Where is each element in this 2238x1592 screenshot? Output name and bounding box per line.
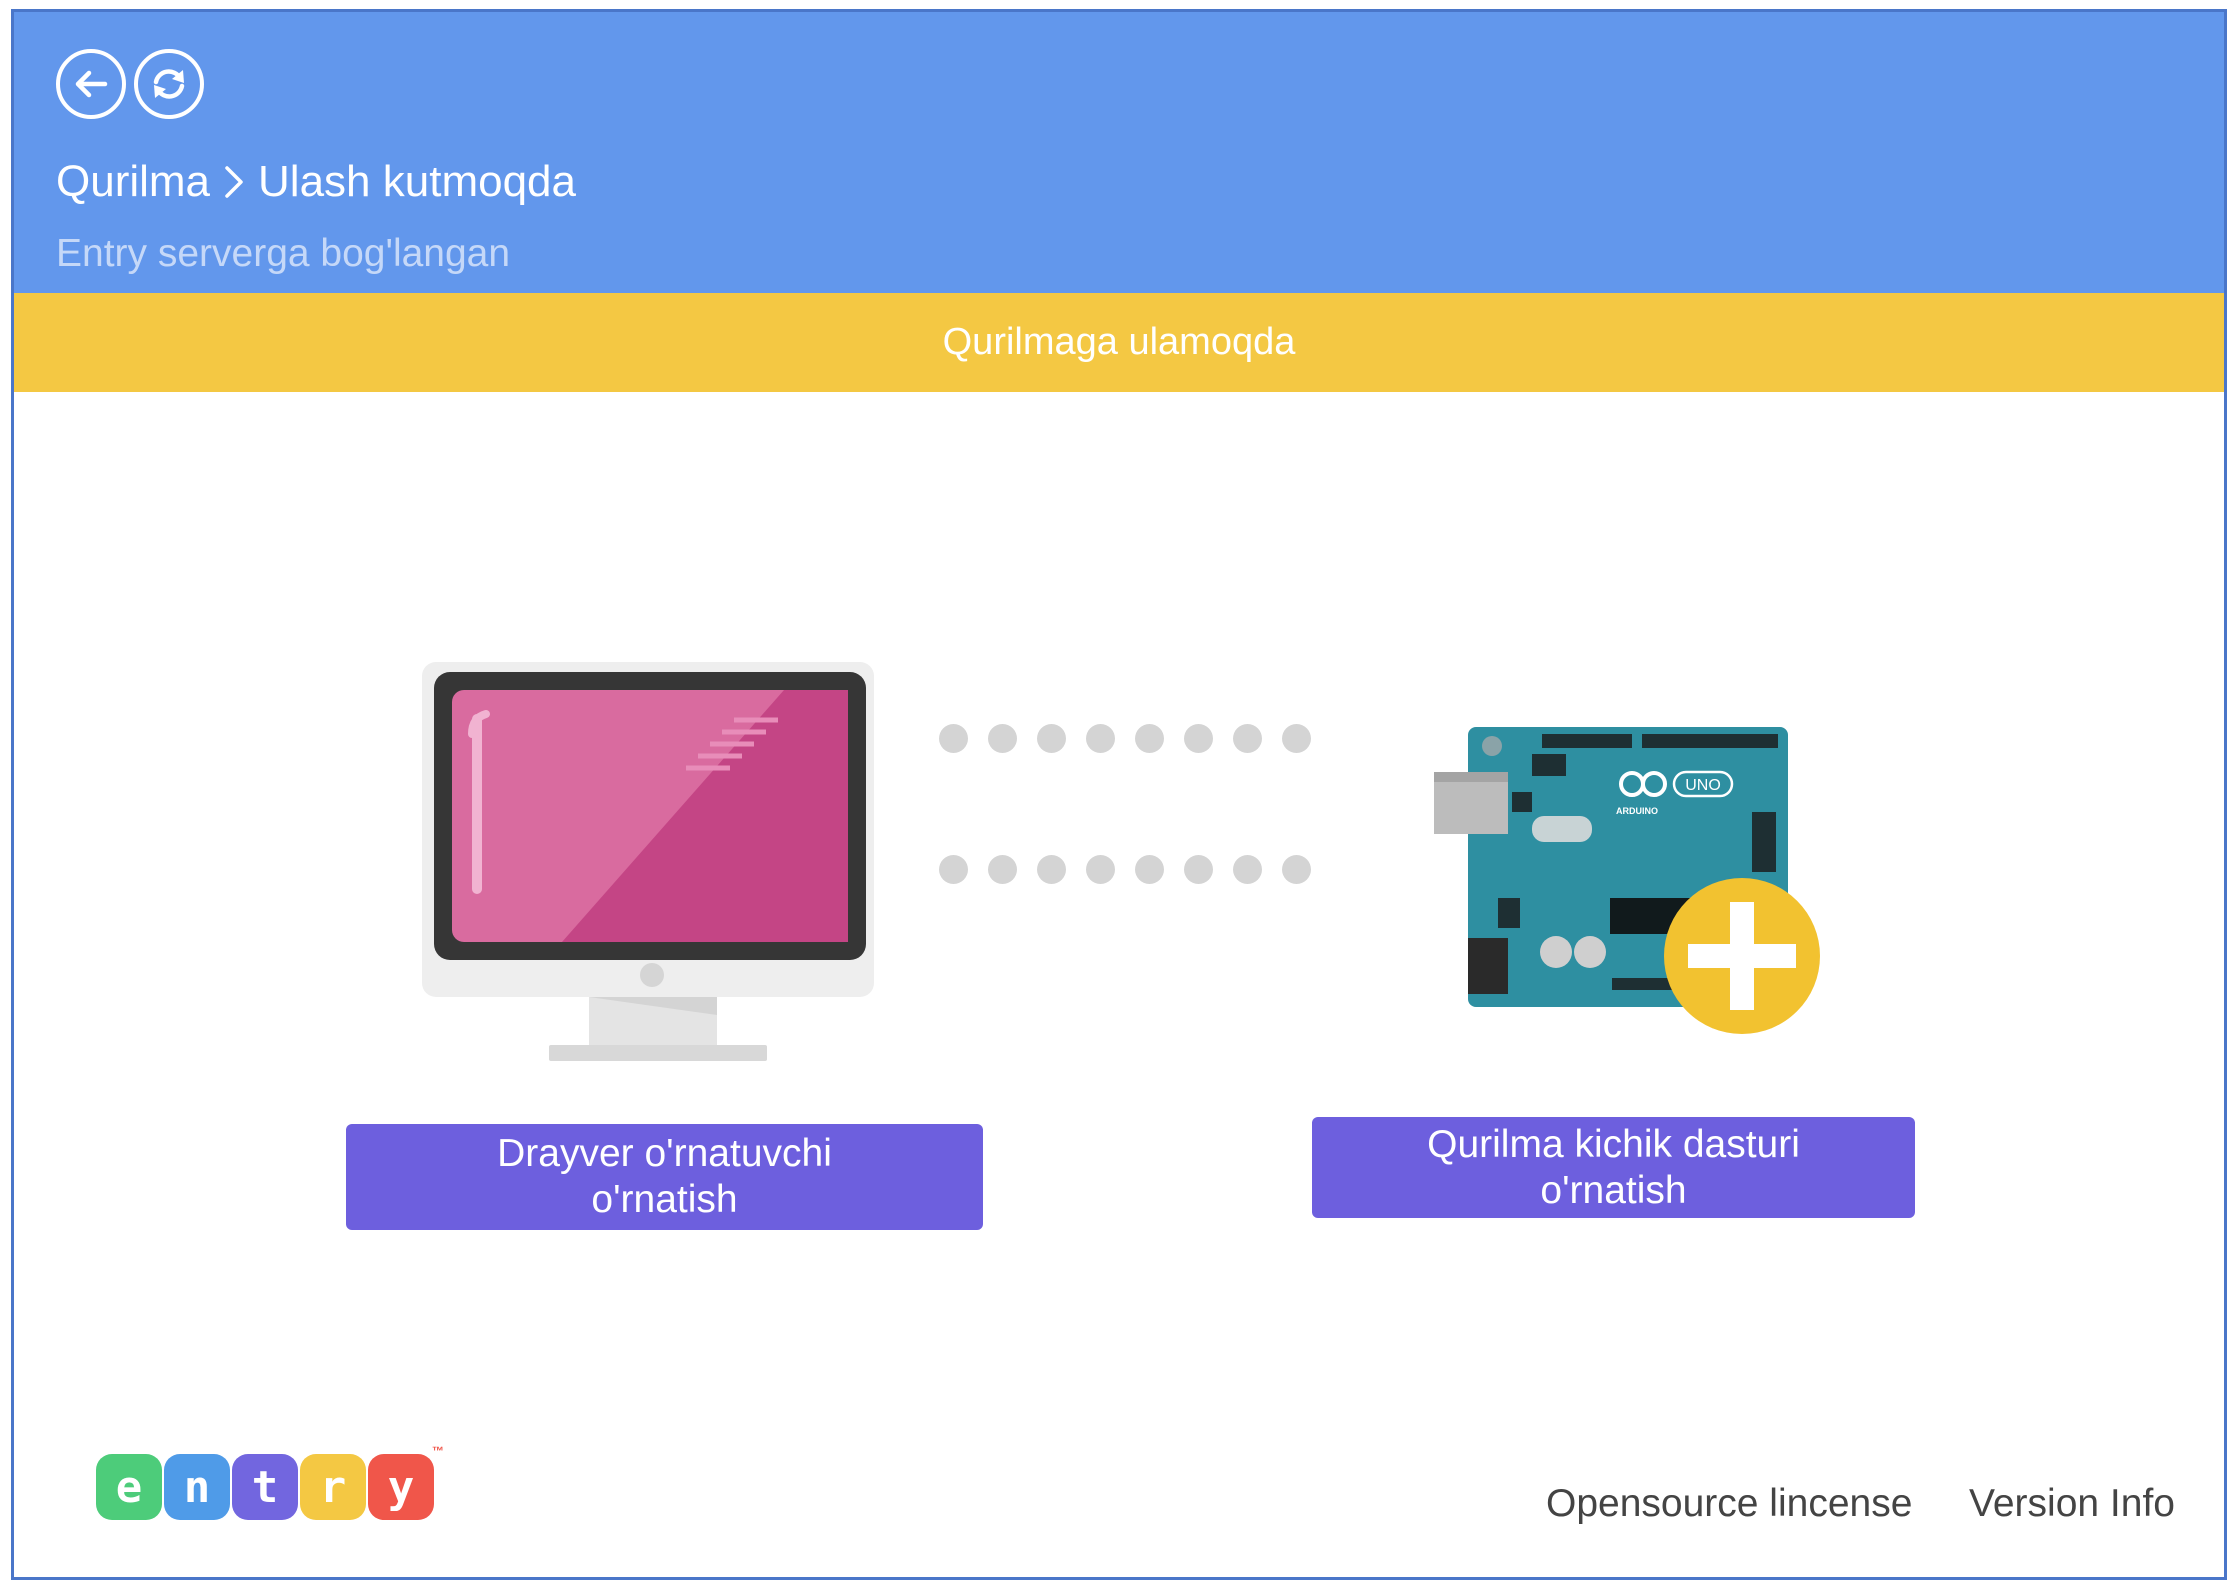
logo-letter: e: [96, 1454, 162, 1520]
connection-dot: [1037, 855, 1066, 884]
connection-dot: [1086, 724, 1115, 753]
version-info-link[interactable]: Version Info: [1969, 1482, 2175, 1526]
chevron-right-icon: [225, 166, 243, 198]
arrow-left-icon: [75, 70, 108, 98]
connection-dot: [988, 855, 1017, 884]
header: Qurilma Ulash kutmoqda Entry serverga bo…: [14, 12, 2224, 293]
install-firmware-label-line1: Qurilma kichik dasturi: [1427, 1122, 1800, 1166]
back-button[interactable]: [56, 49, 126, 119]
install-firmware-label-line2: o'rnatish: [1540, 1168, 1687, 1212]
connection-dot: [939, 855, 968, 884]
status-text: Qurilmaga ulamoqda: [942, 321, 1296, 363]
opensource-license-link[interactable]: Opensource lincense: [1546, 1482, 1912, 1526]
status-banner: Qurilmaga ulamoqda: [14, 293, 2224, 392]
connection-dot: [1037, 724, 1066, 753]
monitor-icon: [422, 662, 874, 1061]
board-brand-label: ARDUINO: [1616, 806, 1658, 816]
logo-letter: r: [300, 1454, 366, 1520]
refresh-button[interactable]: [134, 49, 204, 119]
connection-dot: [1233, 724, 1262, 753]
breadcrumb: Qurilma Ulash kutmoqda: [56, 152, 576, 212]
connection-dot: [1135, 855, 1164, 884]
install-driver-label-line2: o'rnatish: [591, 1178, 738, 1221]
install-firmware-button[interactable]: Qurilma kichik dasturi o'rnatish: [1312, 1117, 1915, 1218]
connection-dot: [1282, 724, 1311, 753]
install-driver-label-line1: Drayver o'rnatuvchi: [497, 1132, 832, 1175]
logo-letter: t: [232, 1454, 298, 1520]
connection-dot: [1184, 855, 1213, 884]
connection-dot: [988, 724, 1017, 753]
connection-dot: [1282, 855, 1311, 884]
trademark-mark: ™: [432, 1444, 444, 1458]
entry-logo: e n t r y ™: [96, 1444, 444, 1524]
breadcrumb-current: Ulash kutmoqda: [258, 157, 576, 206]
connection-dot: [1135, 724, 1164, 753]
connection-dot: [939, 724, 968, 753]
connection-dot: [1184, 724, 1213, 753]
plus-badge-icon: [1664, 878, 1820, 1034]
connection-subtitle: Entry serverga bog'langan: [56, 232, 511, 275]
install-driver-button[interactable]: Drayver o'rnatuvchi o'rnatish: [346, 1124, 983, 1230]
connection-dot: [1086, 855, 1115, 884]
refresh-icon: [153, 69, 185, 99]
connection-dots: [939, 724, 1339, 894]
connection-dot: [1233, 855, 1262, 884]
board-model-label: UNO: [1685, 777, 1721, 794]
arduino-uno-board-icon: UNO ARDUINO: [1434, 727, 1820, 1034]
logo-letter: n: [164, 1454, 230, 1520]
breadcrumb-parent[interactable]: Qurilma: [56, 157, 210, 207]
app-window: Qurilma Ulash kutmoqda Entry serverga bo…: [11, 9, 2227, 1580]
logo-letter: y: [368, 1454, 434, 1520]
